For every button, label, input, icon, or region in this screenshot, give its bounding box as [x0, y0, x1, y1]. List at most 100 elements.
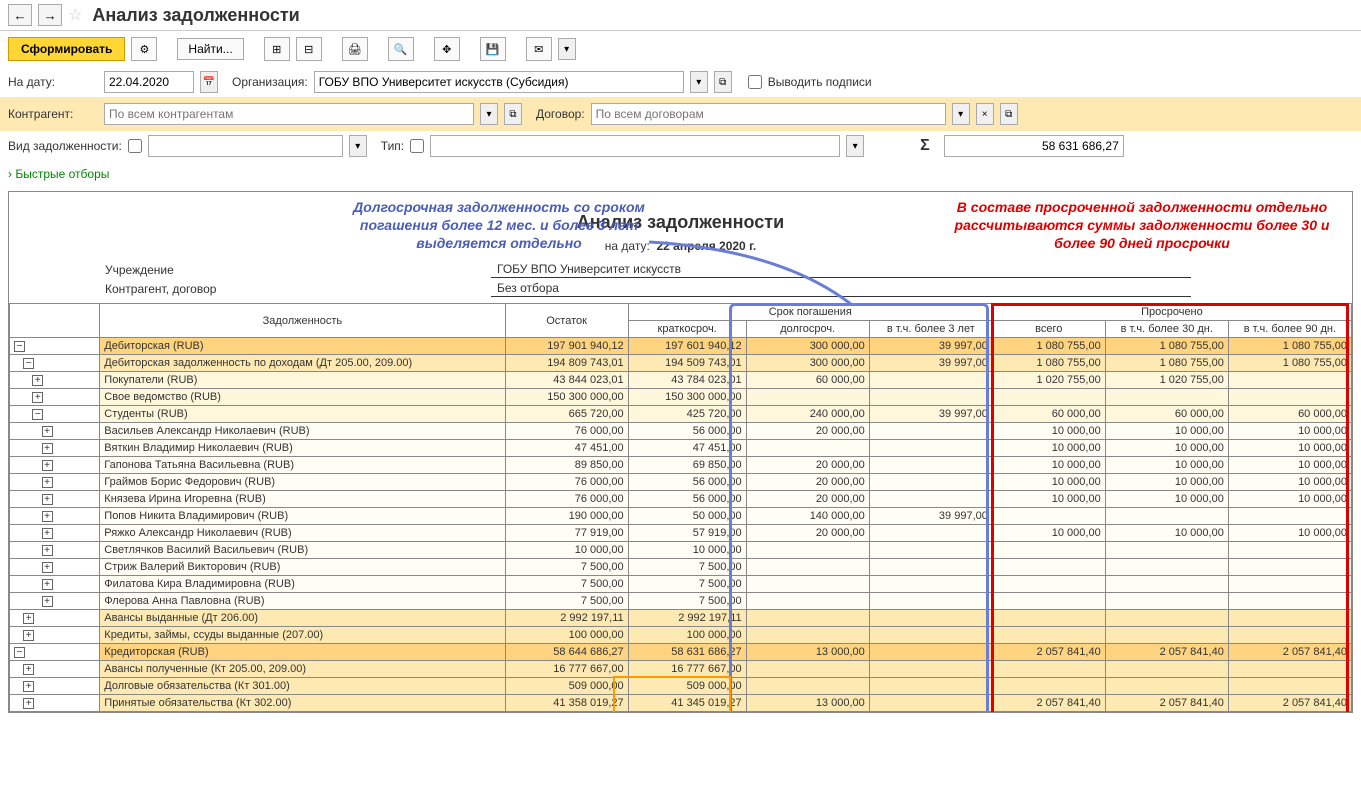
kind-checkbox[interactable] — [128, 139, 142, 153]
kind-input[interactable] — [148, 135, 343, 157]
expand-icon[interactable]: + — [42, 477, 53, 488]
cell-value: 20 000,00 — [746, 525, 869, 542]
expand-icon[interactable]: − — [14, 341, 25, 352]
preview-icon[interactable]: 🔍 — [388, 37, 414, 61]
cell-value: 194 809 743,01 — [505, 355, 628, 372]
type-checkbox[interactable] — [410, 139, 424, 153]
type-input[interactable] — [430, 135, 840, 157]
contr-input[interactable] — [104, 103, 474, 125]
find-button[interactable]: Найти... — [177, 38, 243, 60]
cell-value: 1 080 755,00 — [992, 355, 1105, 372]
expand-icon[interactable]: + — [23, 681, 34, 692]
settings-icon[interactable]: ⚙ — [131, 37, 157, 61]
row-label: Кредиторская (RUB) — [100, 644, 505, 661]
cell-value — [1105, 389, 1228, 406]
cell-value: 20 000,00 — [746, 491, 869, 508]
tree-header — [10, 304, 100, 338]
cell-value: 300 000,00 — [746, 338, 869, 355]
cell-value: 13 000,00 — [746, 695, 869, 712]
date-input[interactable] — [104, 71, 194, 93]
dog-input[interactable] — [591, 103, 946, 125]
cell-value — [1228, 576, 1351, 593]
expand-icon[interactable]: + — [42, 511, 53, 522]
cell-value: 150 300 000,00 — [505, 389, 628, 406]
table-row: −Дебиторская (RUB)197 901 940,12197 601 … — [10, 338, 1352, 355]
save-icon[interactable]: 💾 — [480, 37, 506, 61]
type-dropdown[interactable]: ▾ — [846, 135, 864, 157]
row-label: Дебиторская (RUB) — [100, 338, 505, 355]
contr-open-icon[interactable]: ⧉ — [504, 103, 522, 125]
sign-label: Выводить подписи — [768, 75, 872, 89]
cell-value: 1 080 755,00 — [1228, 355, 1351, 372]
cell-value: 76 000,00 — [505, 423, 628, 440]
dog-dropdown[interactable]: ▾ — [952, 103, 970, 125]
expand-icon[interactable]: − — [14, 647, 25, 658]
form-button[interactable]: Сформировать — [8, 37, 125, 61]
table-row: +Свое ведомство (RUB)150 300 000,00150 3… — [10, 389, 1352, 406]
move-icon[interactable]: ✥ — [434, 37, 460, 61]
back-button[interactable]: ← — [8, 4, 32, 26]
print-icon[interactable]: 🖨 — [342, 37, 368, 61]
forward-button[interactable]: → — [38, 4, 62, 26]
report-area: Долгосрочная задолженность со сроком пог… — [8, 191, 1353, 713]
contr-dropdown[interactable]: ▾ — [480, 103, 498, 125]
calendar-icon[interactable]: 📅 — [200, 71, 218, 93]
dog-open-icon[interactable]: ⧉ — [1000, 103, 1018, 125]
expand-all-icon[interactable]: ⊞ — [264, 37, 290, 61]
expand-icon[interactable]: + — [42, 562, 53, 573]
expand-icon[interactable]: + — [42, 494, 53, 505]
expand-icon[interactable]: + — [42, 460, 53, 471]
org-label: Организация: — [232, 75, 308, 89]
expand-icon[interactable]: + — [42, 545, 53, 556]
sign-checkbox[interactable] — [748, 75, 762, 89]
expand-icon[interactable]: + — [42, 443, 53, 454]
cell-value — [1105, 508, 1228, 525]
expand-icon[interactable]: + — [32, 392, 43, 403]
cell-value — [1105, 678, 1228, 695]
cell-value: 2 992 197,11 — [505, 610, 628, 627]
table-row: +Авансы полученные (Кт 205.00, 209.00)16… — [10, 661, 1352, 678]
col-over90: в т.ч. более 90 дн. — [1228, 321, 1351, 338]
expand-icon[interactable]: − — [23, 358, 34, 369]
tree-cell: + — [10, 661, 100, 678]
org-input[interactable] — [314, 71, 684, 93]
org-open-icon[interactable]: ⧉ — [714, 71, 732, 93]
expand-icon[interactable]: − — [32, 409, 43, 420]
col-all: всего — [992, 321, 1105, 338]
cell-value: 10 000,00 — [992, 491, 1105, 508]
expand-icon[interactable]: + — [23, 698, 34, 709]
expand-icon[interactable]: + — [32, 375, 43, 386]
expand-icon[interactable]: + — [23, 630, 34, 641]
cell-value — [992, 627, 1105, 644]
cell-value — [869, 491, 992, 508]
tree-cell: + — [10, 610, 100, 627]
mail-dropdown[interactable]: ▾ — [558, 38, 576, 60]
favorite-icon[interactable]: ☆ — [68, 5, 82, 25]
sum-field — [944, 135, 1124, 157]
kind-dropdown[interactable]: ▾ — [349, 135, 367, 157]
expand-icon[interactable]: + — [23, 613, 34, 624]
quick-filters-link[interactable]: Быстрые отборы — [0, 161, 1361, 187]
cell-value — [869, 644, 992, 661]
cell-value — [992, 593, 1105, 610]
cell-value: 20 000,00 — [746, 423, 869, 440]
dog-clear-icon[interactable]: × — [976, 103, 994, 125]
expand-icon[interactable]: + — [42, 426, 53, 437]
table-row: +Филатова Кира Владимировна (RUB)7 500,0… — [10, 576, 1352, 593]
cell-value: 509 000,00 — [628, 678, 746, 695]
cell-value — [1228, 610, 1351, 627]
cell-value — [1228, 678, 1351, 695]
table-row: +Гапонова Татьяна Васильевна (RUB)89 850… — [10, 457, 1352, 474]
type-label: Тип: — [381, 139, 404, 153]
cell-value: 1 080 755,00 — [1105, 338, 1228, 355]
collapse-all-icon[interactable]: ⊟ — [296, 37, 322, 61]
expand-icon[interactable]: + — [42, 596, 53, 607]
expand-icon[interactable]: + — [42, 528, 53, 539]
cell-value — [869, 389, 992, 406]
expand-icon[interactable]: + — [42, 579, 53, 590]
cell-value: 1 080 755,00 — [1105, 355, 1228, 372]
cell-value — [869, 542, 992, 559]
expand-icon[interactable]: + — [23, 664, 34, 675]
org-dropdown[interactable]: ▾ — [690, 71, 708, 93]
mail-icon[interactable]: ✉ — [526, 37, 552, 61]
